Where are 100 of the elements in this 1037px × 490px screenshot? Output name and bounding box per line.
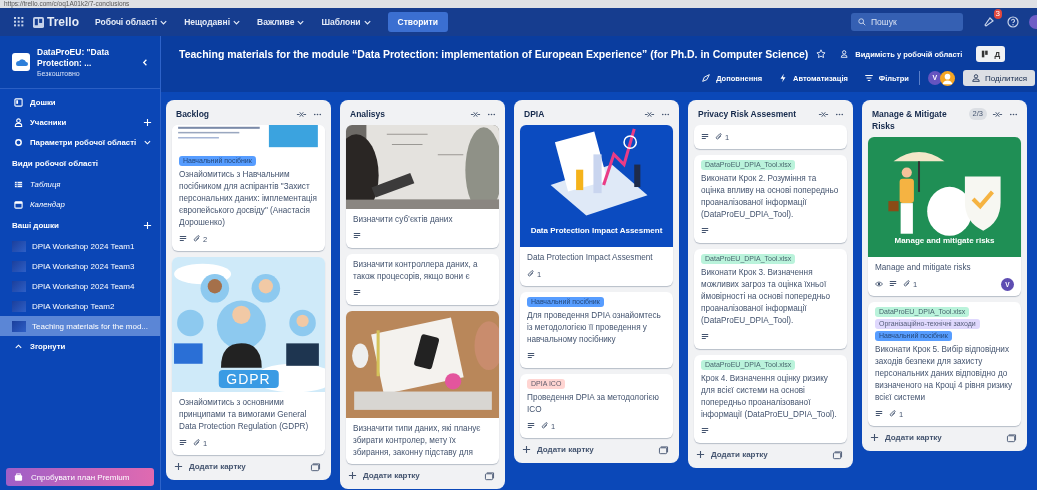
search-field[interactable]: Пошук [851,13,963,31]
calendar-icon [14,199,23,209]
collapse-list-icon[interactable] [644,110,655,119]
notification-icon[interactable] [983,16,995,28]
description-icon [701,133,709,141]
collapse-list-icon[interactable] [992,110,1003,119]
board-thumbnail [12,320,26,332]
card-title: Крок 4. Визначення оцінку ризику для всієї системи на основі попередньо проаналізованої інформації (DataProEU_DPIA_Tool). [701,373,838,421]
board-icon [14,97,23,107]
list-title[interactable]: Backlog [176,108,291,120]
board-name: DPIA Workshop 2024 Team3 [32,261,135,271]
chevron-up-icon[interactable] [14,341,23,351]
board-thumbnail [12,280,26,292]
collapse-sidebar-icon[interactable] [141,57,150,67]
board-name: DPIA Workshop Team2 [32,301,115,311]
card-title: Ознайомитись з Навчальним посібником для аспірантів "Захист персональних даних: імплементація європейського досвіду" (Анастасія Дорошенко) [179,169,318,229]
cover-caption: Manage and mitigate risks [893,236,996,245]
card-title: Data Protection Impact Assesment [527,252,654,264]
card-title: Визначити суб’єктів даних [353,214,454,226]
logo-icon [33,16,44,28]
list-title[interactable]: DPIA [524,108,639,120]
paperclip-icon [193,439,201,447]
settings-icon [14,137,23,147]
paperclip-icon [527,270,535,278]
section-heading: Види робочої області [12,158,99,168]
paperclip-icon [903,280,911,288]
card[interactable]: Визначити суб’єктів даних [346,125,499,248]
rocket-icon [701,73,712,83]
trello-logo[interactable]: Trello [33,15,79,29]
board-name: DPIA Workshop 2024 Team4 [32,281,135,291]
board-link[interactable]: DPIA Workshop Team2 [0,296,160,316]
collapse-list-icon[interactable] [296,110,307,119]
plus-icon[interactable] [696,450,705,459]
description-icon [889,280,897,288]
app-grid-icon[interactable] [14,16,25,28]
board-link[interactable]: DPIA Workshop 2024 Team3 [0,256,160,276]
plus-icon[interactable] [522,445,531,454]
add-card-button[interactable]: Додати картку [348,471,484,480]
workspace-name[interactable]: DataProEU: "Data Protection: ... [37,47,117,69]
help-icon[interactable] [1007,16,1019,28]
nav-menu[interactable]: Шаблони [315,14,378,30]
card[interactable]: Визначити типи даних, які планує збирати контролер, мету їх збирання, законну підставу для [346,311,499,464]
nav-menu[interactable]: Важливе [251,14,312,30]
board-name: Teaching materials for the mod... [32,321,149,331]
template-icon[interactable] [832,451,843,460]
card[interactable]: Визначити контроллера даних, а також процесорів, якщо вони є [346,254,499,305]
collapse-list-icon[interactable] [470,110,481,119]
board-thumbnail [12,300,26,312]
create-button[interactable]: Створити [387,12,448,32]
board-link[interactable]: DPIA Workshop 2024 Team4 [0,276,160,296]
board-link[interactable]: Teaching materials for the mod... [0,316,160,336]
add-card-button[interactable]: Додати картку [522,445,658,454]
card-title: Виконати Крок 3. Визначення можливих загроз та оцінка їхньої ймовірності на основі попередньо проаналізованої інформації (DataProEU_DPIA_Tool). [701,267,832,327]
star-icon[interactable] [816,49,827,59]
premium-button[interactable]: Спробувати план Premium [6,468,154,486]
plus-icon[interactable] [348,471,357,480]
table-icon [14,179,23,189]
description-icon [353,232,361,240]
paperclip-icon [193,235,201,243]
plus-icon[interactable] [174,462,183,471]
person-icon [14,117,23,127]
list-title[interactable]: Manage & Mitigate Risks [872,108,964,132]
template-icon[interactable] [484,472,495,481]
card-title: Проведення DPIA за методологією ICO [527,392,660,416]
board-title[interactable]: Teaching materials for the module “Data Protection: implementation of European Experience” (for Ph.D. in Computer Science) [179,48,809,60]
paperclip-icon [541,422,549,430]
template-icon[interactable] [310,463,321,472]
plus-icon[interactable] [870,433,879,442]
add-card-button[interactable]: Додати картку [696,450,832,459]
card-title: Виконати Крок 2. Розуміння та оцінка впливу на основі попередньо проаналізованої інформації (DataProEU_DPIA_Tool). [701,173,840,221]
search-icon [858,18,866,26]
share-button[interactable]: Поділитися [962,70,1035,86]
add-card-button[interactable]: Додати картку [870,433,1006,442]
member-avatar[interactable] [939,70,955,86]
card-title: Виконати Крок 5. Вибір відповідних заходів безпеки для захисту персональних даних відповідно до визначеного на Кроці 4 рівня ризику всієї системи [875,344,1014,404]
cover-caption: Data Protection Impact Assesment [529,226,664,235]
template-icon[interactable] [658,446,669,455]
card-title: Визначити контроллера даних, а також процесорів, якщо вони є [353,259,479,283]
filter-icon [863,73,874,83]
description-icon [701,427,709,435]
collapse-list-icon[interactable] [818,110,829,119]
card[interactable] [868,302,1021,426]
template-icon[interactable] [1006,434,1017,443]
board-link[interactable]: DPIA Workshop 2024 Team1 [0,236,160,256]
nav-menu[interactable]: Нещодавні [178,14,248,30]
card-title: Manage and mitigate risks [875,262,972,274]
description-icon [527,422,535,430]
list-title[interactable]: Analisys [350,108,465,120]
eye-icon [875,280,883,288]
board-thumbnail [12,240,26,252]
add-card-button[interactable]: Додати картку [174,462,310,471]
nav-menu[interactable]: Робочі області [89,14,175,30]
list-title[interactable]: Privacy Risk Assesment [698,108,813,120]
cover-caption: GDPR [218,370,279,388]
description-icon [353,289,361,297]
paperclip-icon [715,133,723,141]
view-button[interactable]: Д [976,46,1006,62]
description-icon [701,227,709,235]
workspace-logo-icon [12,53,30,71]
card-title: Для проведення DPIA ознайомтесь із методологією її проведення у навчальному посібнику [527,310,662,346]
